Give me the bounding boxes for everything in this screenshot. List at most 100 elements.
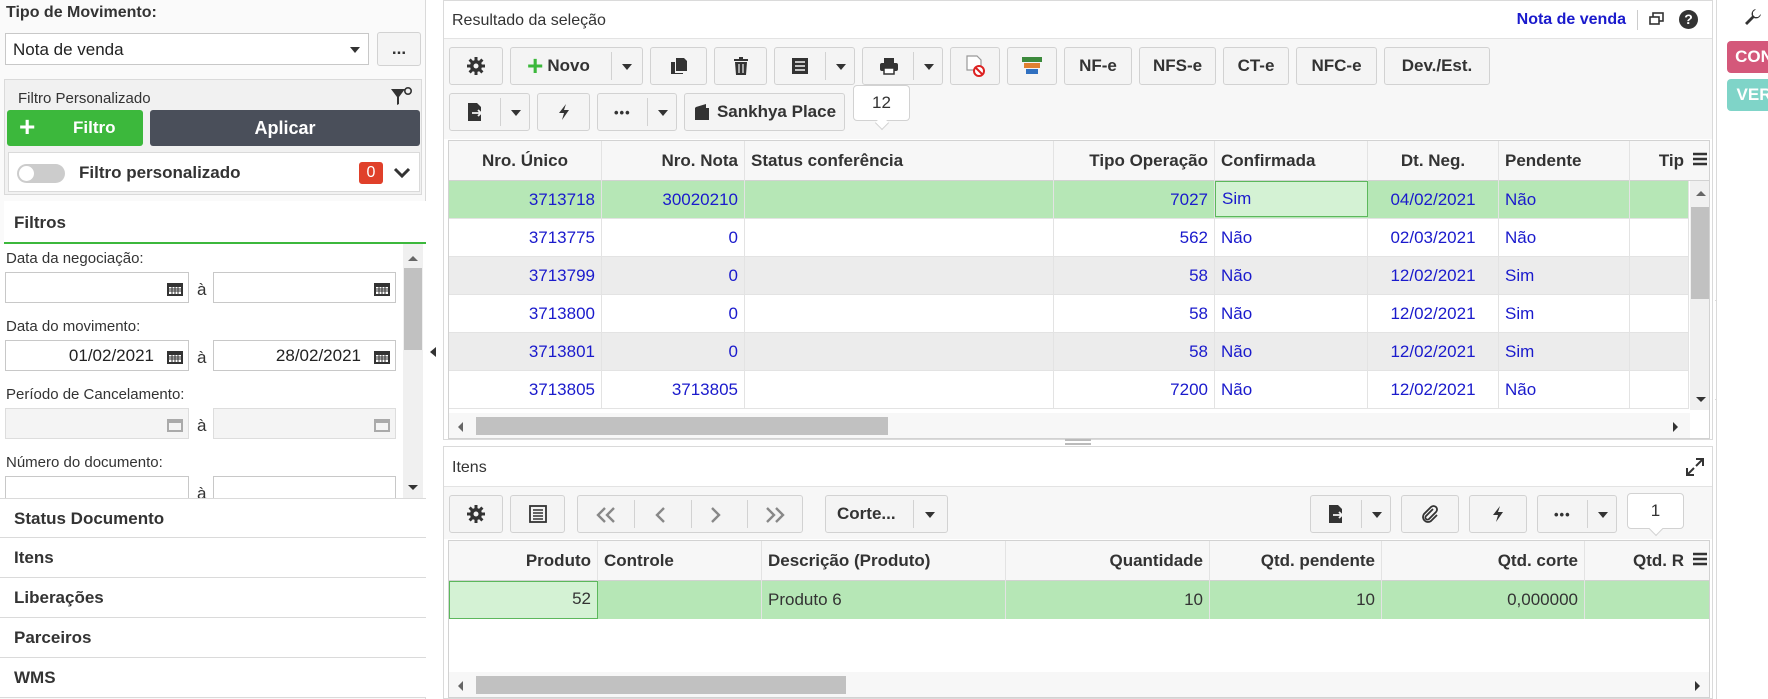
settings-button[interactable] (449, 47, 503, 85)
cell-controle[interactable] (598, 581, 762, 619)
movement-type-select[interactable]: Nota de venda (5, 33, 369, 65)
items-hscroll-thumb[interactable] (476, 676, 846, 694)
col-produto[interactable]: Produto (449, 541, 598, 581)
cell-nro-unico[interactable]: 3713800 (449, 295, 602, 333)
neg-date-from-input[interactable] (5, 272, 189, 303)
cell-status-conferencia[interactable] (745, 295, 1054, 333)
items-form-button[interactable] (510, 495, 565, 533)
cell-pendente[interactable]: Não (1499, 371, 1630, 409)
cell-nro-nota[interactable]: 0 (602, 257, 745, 295)
next-page-icon[interactable] (709, 506, 723, 524)
section-itens[interactable]: Itens (0, 538, 426, 578)
cell-tipo[interactable] (1630, 181, 1689, 219)
cell-tipo[interactable] (1630, 333, 1689, 371)
list-button[interactable] (774, 47, 855, 85)
cell-pendente[interactable]: Não (1499, 181, 1630, 219)
cell-tipo-operacao[interactable]: 58 (1054, 295, 1215, 333)
custom-filter-toggle[interactable] (17, 164, 65, 183)
table-row[interactable]: 3713799 0 58 Não 12/02/2021 Sim (449, 257, 1689, 295)
cell-status-conferencia[interactable] (745, 257, 1054, 295)
con-button[interactable]: CON (1727, 41, 1768, 73)
cell-status-conferencia[interactable] (745, 219, 1054, 257)
doc-number-from-input[interactable] (5, 476, 189, 498)
table-row[interactable]: 52 Produto 6 10 10 0,000000 (449, 581, 1709, 619)
nfe-button[interactable]: NF-e (1064, 47, 1132, 85)
scroll-up-icon[interactable] (407, 254, 419, 262)
new-button[interactable]: + Novo (510, 47, 643, 85)
ver-button[interactable]: VER (1727, 79, 1768, 111)
export-button[interactable] (449, 93, 530, 131)
cell-confirmada[interactable]: Não (1215, 371, 1368, 409)
results-vscroll-thumb[interactable] (1691, 207, 1709, 299)
cell-confirmada[interactable]: Não (1215, 295, 1368, 333)
table-row[interactable]: 3713800 0 58 Não 12/02/2021 Sim (449, 295, 1689, 333)
scroll-down-icon[interactable] (1695, 396, 1707, 404)
col-tipo-operacao[interactable]: Tipo Operação (1054, 141, 1215, 181)
calendar-icon[interactable] (373, 348, 391, 365)
filters-header[interactable]: Filtros (4, 201, 426, 244)
table-row[interactable]: 3713805 3713805 7200 Não 12/02/2021 Não (449, 371, 1689, 409)
col-controle[interactable]: Controle (598, 541, 762, 581)
cell-produto[interactable]: 52 (449, 581, 598, 619)
cell-tipo-operacao[interactable]: 58 (1054, 333, 1215, 371)
chevron-down-icon[interactable] (1372, 512, 1382, 518)
cell-qtd-corte[interactable]: 0,000000 (1382, 581, 1585, 619)
cell-status-conferencia[interactable] (745, 333, 1054, 371)
cell-tipo-operacao[interactable]: 58 (1054, 257, 1215, 295)
panel-resize-handle[interactable] (1065, 439, 1091, 445)
stack-button[interactable] (1007, 47, 1057, 85)
table-row[interactable]: 3713801 0 58 Não 12/02/2021 Sim (449, 333, 1689, 371)
column-menu-icon[interactable] (1692, 152, 1708, 168)
first-page-icon[interactable] (595, 506, 617, 524)
chevron-down-icon[interactable] (511, 110, 521, 116)
cell-confirmada[interactable]: Sim (1215, 181, 1368, 217)
results-hscroll-thumb[interactable] (476, 417, 888, 435)
cancel-document-button[interactable] (950, 47, 1000, 85)
items-more-button[interactable]: ••• (1537, 495, 1617, 533)
chevron-down-icon[interactable] (393, 167, 411, 179)
wrench-icon[interactable] (1743, 7, 1763, 27)
cell-quantidade[interactable]: 10 (1006, 581, 1210, 619)
items-export-button[interactable] (1310, 495, 1391, 533)
scroll-up-icon[interactable] (1695, 189, 1707, 197)
cell-descricao[interactable]: Produto 6 (762, 581, 1006, 619)
cell-nro-nota[interactable]: 0 (602, 295, 745, 333)
chevron-down-icon[interactable] (622, 64, 632, 70)
nfce-button[interactable]: NFC-e (1296, 47, 1377, 85)
nfse-button[interactable]: NFS-e (1139, 47, 1216, 85)
cell-tipo[interactable] (1630, 371, 1689, 409)
more-button[interactable]: ••• (597, 93, 677, 131)
cell-tipo-operacao[interactable]: 7200 (1054, 371, 1215, 409)
mov-date-to-input[interactable]: 28/02/2021 (213, 340, 396, 371)
context-link[interactable]: Nota de venda (1517, 11, 1626, 29)
cte-button[interactable]: CT-e (1223, 47, 1289, 85)
items-settings-button[interactable] (449, 495, 503, 533)
chevron-down-icon[interactable] (836, 64, 846, 70)
scroll-right-icon[interactable] (1672, 421, 1680, 433)
filter-settings-icon[interactable] (389, 86, 413, 108)
scroll-right-icon[interactable] (1694, 680, 1702, 692)
windows-icon[interactable] (1649, 12, 1665, 26)
cell-confirmada[interactable]: Não (1215, 333, 1368, 371)
chevron-down-icon[interactable] (658, 110, 668, 116)
cell-status-conferencia[interactable] (745, 371, 1054, 409)
attach-button[interactable] (1401, 495, 1459, 533)
cell-tipo-operacao[interactable]: 7027 (1054, 181, 1215, 219)
help-icon[interactable]: ? (1679, 10, 1698, 29)
doc-number-to-input[interactable] (213, 476, 396, 498)
actions-button[interactable] (537, 93, 590, 131)
col-qtd-corte[interactable]: Qtd. corte (1382, 541, 1585, 581)
movement-more-button[interactable]: ... (377, 32, 421, 66)
col-quantidade[interactable]: Quantidade (1006, 541, 1210, 581)
cell-dt-neg[interactable]: 12/02/2021 (1368, 295, 1499, 333)
section-wms[interactable]: WMS (0, 658, 426, 698)
items-actions-button[interactable] (1469, 495, 1527, 533)
dev-est-button[interactable]: Dev./Est. (1384, 47, 1490, 85)
add-filter-button[interactable]: + Filtro (7, 110, 143, 146)
col-confirmada[interactable]: Confirmada (1215, 141, 1368, 181)
scroll-left-icon[interactable] (456, 680, 464, 692)
cell-nro-unico[interactable]: 3713805 (449, 371, 602, 409)
apply-button[interactable]: Aplicar (150, 110, 420, 146)
cell-dt-neg[interactable]: 02/03/2021 (1368, 219, 1499, 257)
section-parceiros[interactable]: Parceiros (0, 618, 426, 658)
